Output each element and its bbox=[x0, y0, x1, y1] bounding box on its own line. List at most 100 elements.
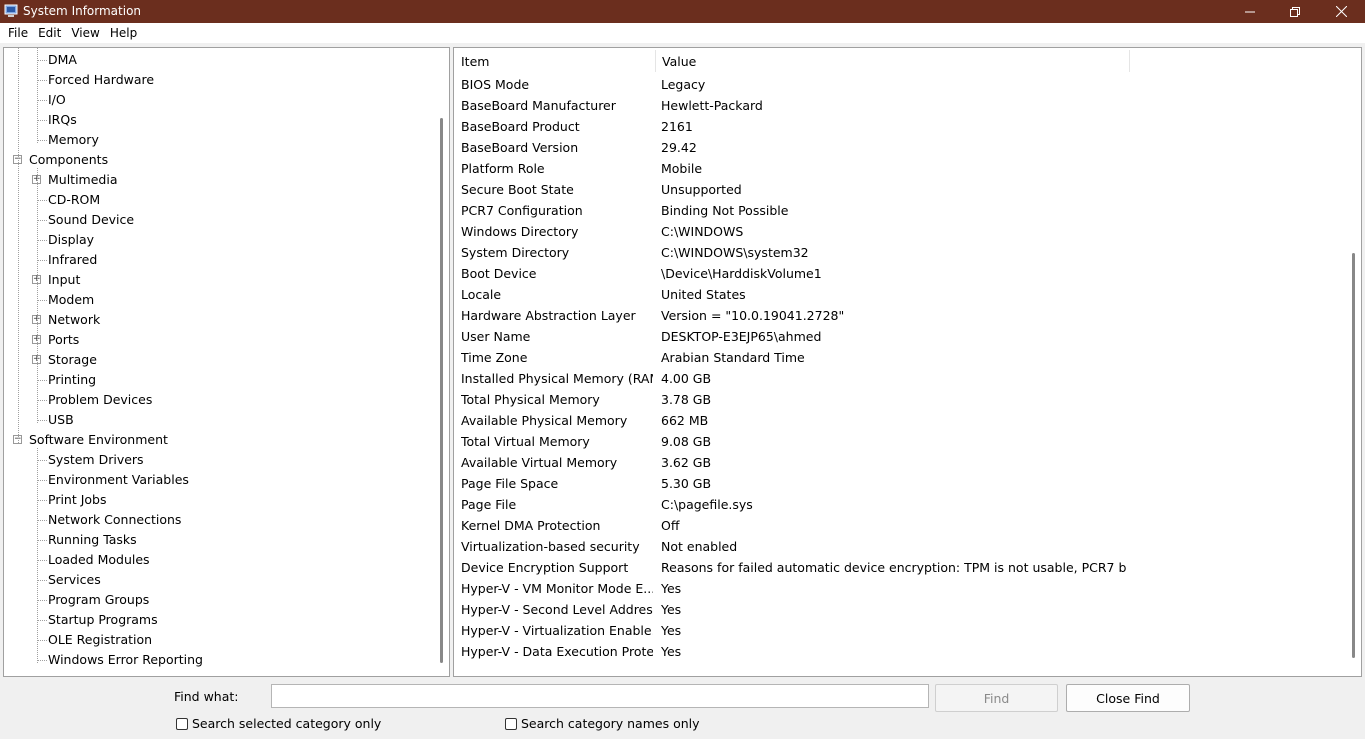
tree-item[interactable]: DMA bbox=[48, 50, 77, 70]
list-row[interactable]: BaseBoard Version 29.42 bbox=[454, 137, 1354, 158]
list-row[interactable]: Virtualization-based security Not enabled bbox=[454, 536, 1354, 557]
list-row[interactable]: Platform Role Mobile bbox=[454, 158, 1354, 179]
list-row[interactable]: Secure Boot State Unsupported bbox=[454, 179, 1354, 200]
details-list[interactable]: Item Value BIOS Mode Legacy BaseBoard Manu… bbox=[453, 47, 1362, 677]
cell-item: Hyper-V - VM Monitor Mode E... bbox=[461, 581, 653, 596]
tree-item[interactable]: Multimedia bbox=[48, 170, 118, 190]
checkbox-box[interactable] bbox=[505, 717, 517, 730]
cell-value: Yes bbox=[661, 623, 682, 638]
tree-item[interactable]: Network Connections bbox=[48, 510, 181, 530]
tree-item[interactable]: Running Tasks bbox=[48, 530, 137, 550]
menu-edit[interactable]: Edit bbox=[33, 26, 66, 40]
tree-item[interactable]: OLE Registration bbox=[48, 630, 152, 650]
list-row[interactable]: Hyper-V - VM Monitor Mode E... Yes bbox=[454, 578, 1354, 599]
search-category-names-checkbox[interactable]: Search category names only bbox=[505, 716, 700, 731]
list-row[interactable]: System Directory C:\WINDOWS\system32 bbox=[454, 242, 1354, 263]
tree-connector bbox=[37, 300, 47, 301]
list-row[interactable]: Page File C:\pagefile.sys bbox=[454, 494, 1354, 515]
column-header-value[interactable]: Value bbox=[655, 48, 696, 74]
system-information-app-icon bbox=[4, 4, 18, 17]
tree-connector bbox=[37, 240, 47, 241]
list-row[interactable]: Total Virtual Memory 9.08 GB bbox=[454, 431, 1354, 452]
list-row[interactable]: Hyper-V - Virtualization Enable... Yes bbox=[454, 620, 1354, 641]
list-row[interactable]: BaseBoard Manufacturer Hewlett-Packard bbox=[454, 95, 1354, 116]
list-row[interactable]: Time Zone Arabian Standard Time bbox=[454, 347, 1354, 368]
list-row[interactable]: BIOS Mode Legacy bbox=[454, 74, 1354, 95]
cell-value: 5.30 GB bbox=[661, 476, 712, 491]
tree-item[interactable]: Startup Programs bbox=[48, 610, 158, 630]
tree-item[interactable]: Services bbox=[48, 570, 101, 590]
tree-item[interactable]: Printing bbox=[48, 370, 96, 390]
minimize-button[interactable] bbox=[1227, 0, 1273, 23]
close-window-button[interactable] bbox=[1318, 0, 1364, 23]
cell-item: Total Physical Memory bbox=[461, 392, 600, 407]
tree-item[interactable]: Memory bbox=[48, 130, 99, 150]
tree-item[interactable]: Software Environment bbox=[29, 430, 168, 450]
list-row[interactable]: User Name DESKTOP-E3EJP65\ahmed bbox=[454, 326, 1354, 347]
menu-help[interactable]: Help bbox=[105, 26, 142, 40]
tree-connector bbox=[37, 400, 47, 401]
tree-item[interactable]: Input bbox=[48, 270, 80, 290]
tree-item[interactable]: Print Jobs bbox=[48, 490, 107, 510]
tree-item[interactable]: System Drivers bbox=[48, 450, 144, 470]
list-row[interactable]: BaseBoard Product 2161 bbox=[454, 116, 1354, 137]
category-tree[interactable]: DMA Forced Hardware I/O IRQs Memory − Componen… bbox=[3, 47, 450, 677]
tree-connector bbox=[18, 48, 19, 443]
tree-item[interactable]: Components bbox=[29, 150, 108, 170]
tree-item[interactable]: USB bbox=[48, 410, 74, 430]
list-row[interactable]: Boot Device \Device\HarddiskVolume1 bbox=[454, 263, 1354, 284]
column-divider[interactable] bbox=[1129, 50, 1130, 72]
cell-value: C:\pagefile.sys bbox=[661, 497, 753, 512]
tree-item[interactable]: Loaded Modules bbox=[48, 550, 150, 570]
tree-item[interactable]: Program Groups bbox=[48, 590, 149, 610]
tree-item[interactable]: I/O bbox=[48, 90, 66, 110]
list-row[interactable]: Available Physical Memory 662 MB bbox=[454, 410, 1354, 431]
tree-item[interactable]: Sound Device bbox=[48, 210, 134, 230]
close-find-button[interactable]: Close Find bbox=[1066, 684, 1190, 712]
tree-item[interactable]: Modem bbox=[48, 290, 94, 310]
cell-item: Hyper-V - Second Level Addres... bbox=[461, 602, 653, 617]
cell-value: 3.78 GB bbox=[661, 392, 712, 407]
tree-item[interactable]: Forced Hardware bbox=[48, 70, 154, 90]
list-row[interactable]: Locale United States bbox=[454, 284, 1354, 305]
tree-connector bbox=[37, 380, 47, 381]
column-header-item[interactable]: Item bbox=[454, 48, 489, 74]
list-row[interactable]: Hyper-V - Data Execution Prote... Yes bbox=[454, 641, 1354, 662]
tree-item[interactable]: Display bbox=[48, 230, 94, 250]
tree-connector bbox=[37, 448, 38, 663]
menu-view[interactable]: View bbox=[66, 26, 104, 40]
tree-item[interactable]: Problem Devices bbox=[48, 390, 152, 410]
list-row[interactable]: Hardware Abstraction Layer Version = "10.… bbox=[454, 305, 1354, 326]
tree-item[interactable]: IRQs bbox=[48, 110, 77, 130]
list-row[interactable]: Hyper-V - Second Level Addres... Yes bbox=[454, 599, 1354, 620]
restore-button[interactable] bbox=[1272, 0, 1318, 23]
title-bar: System Information bbox=[0, 0, 1365, 23]
tree-connector bbox=[37, 420, 47, 421]
search-selected-category-checkbox[interactable]: Search selected category only bbox=[176, 716, 381, 731]
tree-item[interactable]: Windows Error Reporting bbox=[48, 650, 203, 670]
tree-connector bbox=[37, 460, 47, 461]
menu-file[interactable]: File bbox=[3, 26, 33, 40]
list-row[interactable]: Page File Space 5.30 GB bbox=[454, 473, 1354, 494]
tree-item[interactable]: Storage bbox=[48, 350, 97, 370]
tree-item[interactable]: Environment Variables bbox=[48, 470, 189, 490]
tree-item[interactable]: Network bbox=[48, 310, 100, 330]
list-row[interactable]: Installed Physical Memory (RAM) 4.00 GB bbox=[454, 368, 1354, 389]
list-row[interactable]: Device Encryption Support Reasons for fai… bbox=[454, 557, 1354, 578]
tree-connector bbox=[37, 640, 47, 641]
list-header: Item Value bbox=[454, 48, 1130, 74]
tree-connector bbox=[37, 140, 47, 141]
find-what-input[interactable] bbox=[271, 684, 929, 708]
list-row[interactable]: Kernel DMA Protection Off bbox=[454, 515, 1354, 536]
list-row[interactable]: PCR7 Configuration Binding Not Possible bbox=[454, 200, 1354, 221]
tree-item[interactable]: Infrared bbox=[48, 250, 97, 270]
list-row[interactable]: Total Physical Memory 3.78 GB bbox=[454, 389, 1354, 410]
tree-scrollbar[interactable] bbox=[440, 118, 443, 663]
list-row[interactable]: Windows Directory C:\WINDOWS bbox=[454, 221, 1354, 242]
list-row[interactable]: Available Virtual Memory 3.62 GB bbox=[454, 452, 1354, 473]
tree-item[interactable]: Ports bbox=[48, 330, 79, 350]
restore-icon bbox=[1290, 6, 1300, 17]
tree-item[interactable]: CD-ROM bbox=[48, 190, 100, 210]
checkbox-box[interactable] bbox=[176, 717, 188, 730]
find-button[interactable]: Find bbox=[935, 684, 1058, 712]
